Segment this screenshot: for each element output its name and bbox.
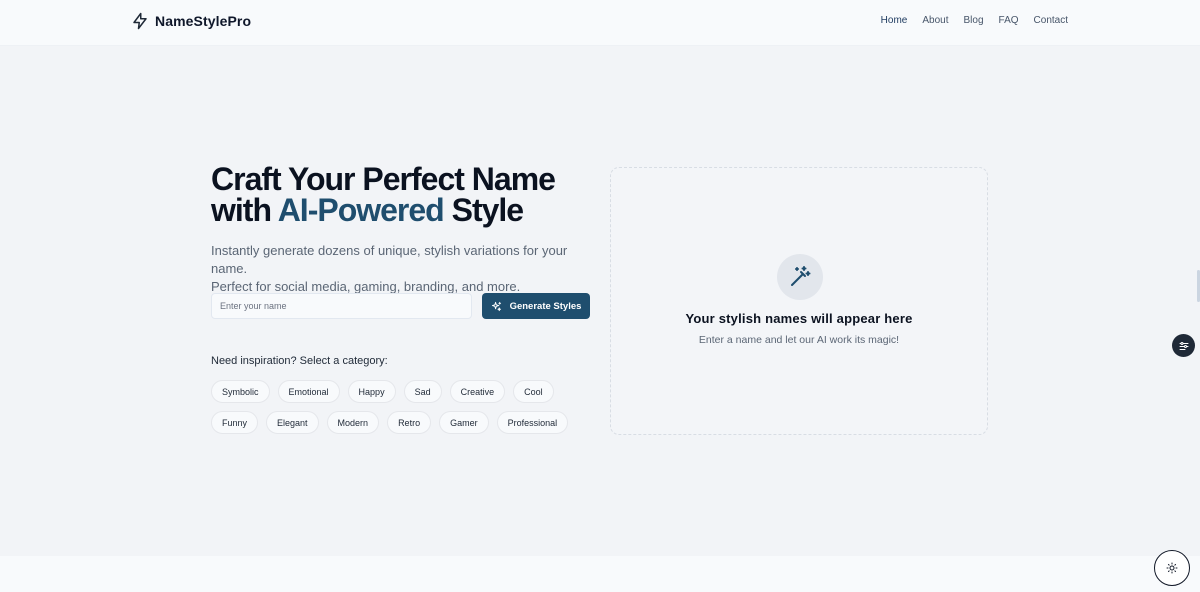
nav-home[interactable]: Home <box>881 15 908 26</box>
category-chip-happy[interactable]: Happy <box>347 380 396 403</box>
hero-subtitle-line1: Instantly generate dozens of unique, sty… <box>211 243 568 276</box>
inspiration-label: Need inspiration? Select a category: <box>211 355 388 367</box>
category-chip-elegant[interactable]: Elegant <box>266 411 319 434</box>
nav-faq[interactable]: FAQ <box>999 15 1019 26</box>
brand-name: NameStylePro <box>155 13 252 29</box>
category-chip-modern[interactable]: Modern <box>326 411 380 434</box>
sparkles-icon <box>491 301 502 312</box>
category-chip-sad[interactable]: Sad <box>403 380 442 403</box>
lightning-bolt-icon <box>131 12 149 30</box>
hero-title: Craft Your Perfect Name with AI-Powered … <box>211 163 591 228</box>
nav-blog[interactable]: Blog <box>964 15 984 26</box>
category-chip-emotional[interactable]: Emotional <box>277 380 340 403</box>
nav-contact[interactable]: Contact <box>1034 15 1068 26</box>
brand-logo[interactable]: NameStylePro <box>131 12 251 30</box>
sliders-icon <box>1178 340 1190 352</box>
theme-toggle-button[interactable] <box>1154 550 1190 586</box>
category-chip-cool[interactable]: Cool <box>513 380 554 403</box>
category-chips-row-1: Symbolic Emotional Happy Sad Creative Co… <box>211 380 554 403</box>
hero-title-with: with <box>211 192 278 228</box>
category-chips-row-2: Funny Elegant Modern Retro Gamer Profess… <box>211 411 569 434</box>
nav-about[interactable]: About <box>922 15 948 26</box>
results-placeholder-title: Your stylish names will appear here <box>685 311 913 326</box>
category-chip-gamer[interactable]: Gamer <box>439 411 489 434</box>
magic-wand-icon <box>777 254 823 300</box>
category-chip-funny[interactable]: Funny <box>211 411 259 434</box>
hero-subtitle: Instantly generate dozens of unique, sty… <box>211 242 591 296</box>
generate-styles-button[interactable]: Generate Styles <box>482 293 590 319</box>
generate-styles-label: Generate Styles <box>509 300 582 312</box>
results-placeholder-subtitle: Enter a name and let our AI work its mag… <box>698 334 900 346</box>
settings-toggle-button[interactable] <box>1172 334 1195 357</box>
category-chip-creative[interactable]: Creative <box>449 380 506 403</box>
sun-icon <box>1166 562 1178 574</box>
category-chip-professional[interactable]: Professional <box>496 411 569 434</box>
main-nav: Home About Blog FAQ Contact <box>881 15 1068 26</box>
category-chip-symbolic[interactable]: Symbolic <box>211 380 270 403</box>
category-chip-retro[interactable]: Retro <box>387 411 432 434</box>
hero-subtitle-line2: Perfect for social media, gaming, brandi… <box>211 279 521 294</box>
site-header: NameStylePro Home About Blog FAQ Contact <box>0 0 1200 46</box>
results-panel: Your stylish names will appear here Ente… <box>610 167 988 435</box>
hero-title-accent: AI-Powered <box>277 192 445 228</box>
footer-strip <box>0 556 1200 592</box>
hero-title-end: Style <box>443 192 524 228</box>
name-input[interactable] <box>211 293 472 319</box>
